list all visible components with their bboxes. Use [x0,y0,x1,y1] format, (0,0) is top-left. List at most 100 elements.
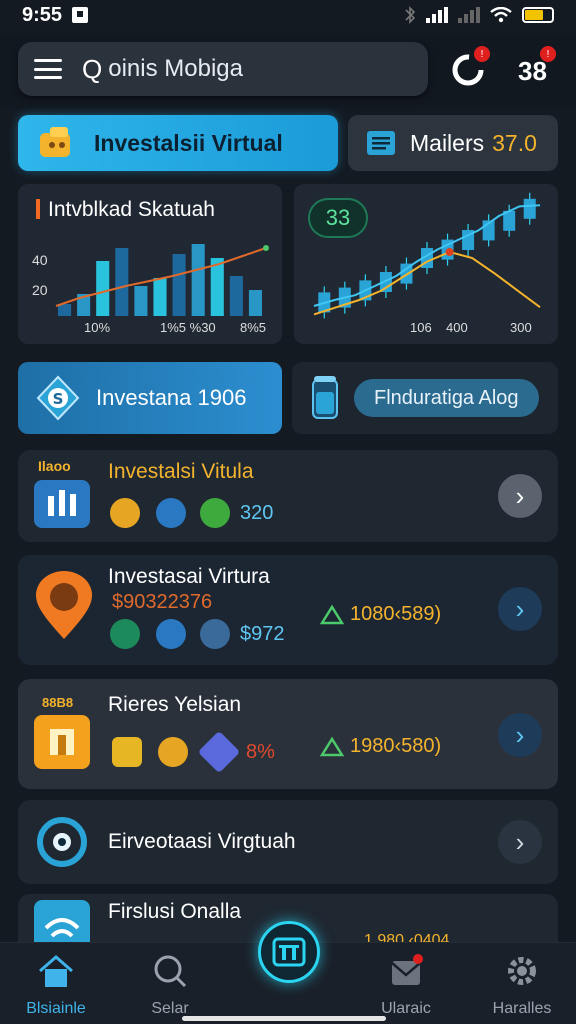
target-icon [37,817,87,867]
chevron-right-icon[interactable]: › [498,587,542,631]
menu-icon[interactable] [34,59,62,79]
money-bag-icon [112,737,142,767]
chart-bar [115,248,129,316]
nav-mail[interactable]: Ularaic [356,953,456,1018]
item-right-value: 1080‹589) [350,603,442,625]
series-point [263,245,269,251]
item-tag: 88B8 [42,695,74,710]
message-badge: ! [540,46,556,62]
chart-bar [191,244,205,316]
wallet-icon [40,127,70,157]
candle-body [523,198,536,219]
nav-label: Haralles [492,1000,552,1017]
signal-2-icon [458,7,480,23]
x-tick: 1%5 %30 [160,320,216,335]
status-time: 9:55 [22,3,63,26]
x-tick: 8%5 [240,320,267,335]
shield-coin-icon: S [36,375,80,421]
item-title: Investasai Virtura [108,565,270,588]
crypto-icon [200,498,230,528]
nav-center-button[interactable] [258,921,320,983]
tab-mailers[interactable]: Mailers 37.0 [348,115,558,171]
list-item[interactable]: Ilaoo Investalsi Vitula 320 › [18,450,558,542]
chart-bar [153,278,167,316]
eye-icon [110,619,140,649]
gear-coin-icon [110,498,140,528]
chart-bar [134,286,148,316]
y-tick: 40 [32,252,48,268]
finduratiga-banner[interactable]: Flnduratiga Alog [292,362,558,434]
list-item[interactable]: Eirveotaasi Virgtuah › [18,800,558,884]
chart-bar [248,290,262,316]
document-icon [367,131,395,155]
bottom-navigation: Blsiainle Selar Ularaic Haralles [0,921,576,1024]
chevron-right-icon[interactable]: › [498,713,542,757]
battery-icon [522,7,554,23]
tab-investasi-virtual[interactable]: Investalsii Virtual [18,115,338,171]
coin-icon [158,737,188,767]
chevron-right-icon[interactable]: › [498,474,542,518]
banner-right-pill[interactable]: Flnduratiga Alog [354,379,539,417]
tab-primary-label: Investalsii Virtual [94,129,283,156]
item-title: Firslusi Onalla [108,900,242,923]
item-right-value: 1980‹580) [350,735,442,757]
list-item[interactable]: 88B8 Rieres Yelsian 8% 1980‹580) › [18,679,558,789]
svg-text:S: S [53,390,64,408]
home-indicator [182,1016,386,1021]
chart-up-icon [320,604,344,625]
search-input[interactable]: oinis Mobiga [108,55,243,83]
wallet-box-icon [34,715,90,769]
settings-icon [508,957,536,985]
chart-up-icon [320,736,344,757]
gem-icon [197,730,241,774]
tab-secondary-value: 37.0 [492,129,537,156]
item-amount: $972 [240,623,285,645]
wallet-center-icon [272,937,306,967]
message-button[interactable]: 38 ! [512,46,556,90]
x-tick: 300 [510,320,532,335]
item-subtitle: $90322376 [112,591,213,613]
item-amount: 8% [246,741,275,763]
chevron-right-icon[interactable]: › [498,820,542,864]
header: Q oinis Mobiga ! 38 ! [0,34,576,108]
x-tick: 10% [84,320,111,335]
x-tick: 106 [410,320,432,335]
notification-button[interactable]: ! [448,46,492,90]
nav-settings[interactable]: Haralles [472,953,572,1018]
signal-icon [426,7,448,23]
search-bar[interactable]: Q oinis Mobiga [18,42,428,96]
series-point [445,248,454,256]
status-bar: 9:55 [0,0,576,30]
chart-bar [229,276,243,316]
app-notification-icon [72,7,89,23]
glass-icon [312,376,338,419]
notification-badge: ! [474,46,490,62]
nav-home[interactable]: Blsiainle [6,953,106,1018]
gear-icon [156,619,186,649]
tree-icon [200,619,230,649]
location-pin-icon [36,571,92,639]
mail-icon [391,954,423,985]
banner-left-label: Investana 1906 [96,385,247,410]
y-tick: 20 [32,282,48,298]
chart-right-pill: 33 [308,198,368,238]
list-item[interactable]: Investasai Virtura $90322376 $972 1080‹5… [18,555,558,665]
item-tag: Ilaoo [38,458,71,474]
search-icon: Q [82,53,103,84]
investana-banner[interactable]: S Investana 1906 [18,362,282,434]
chart-card-left[interactable]: Intvblkad Skatuah 40 20 10% 1%5 %30 8%5 [18,184,282,344]
item-title: Investalsi Vitula [108,460,254,483]
chart-bar [172,254,186,316]
tab-secondary-label: Mailers [410,129,485,156]
item-amount: 320 [240,502,274,524]
nav-search[interactable]: Selar [120,953,220,1018]
chart-card-right[interactable]: 33 106 400 300 [294,184,558,344]
chart-bar [96,261,110,316]
chart-bar [58,304,72,316]
nav-label: Blsiainle [26,1000,86,1017]
search-chat-icon [154,955,187,988]
item-title: Rieres Yelsian [108,693,242,716]
item-title: Eirveotaasi Virgtuah [108,830,296,853]
x-tick: 400 [446,320,468,335]
wifi-icon [490,7,512,23]
